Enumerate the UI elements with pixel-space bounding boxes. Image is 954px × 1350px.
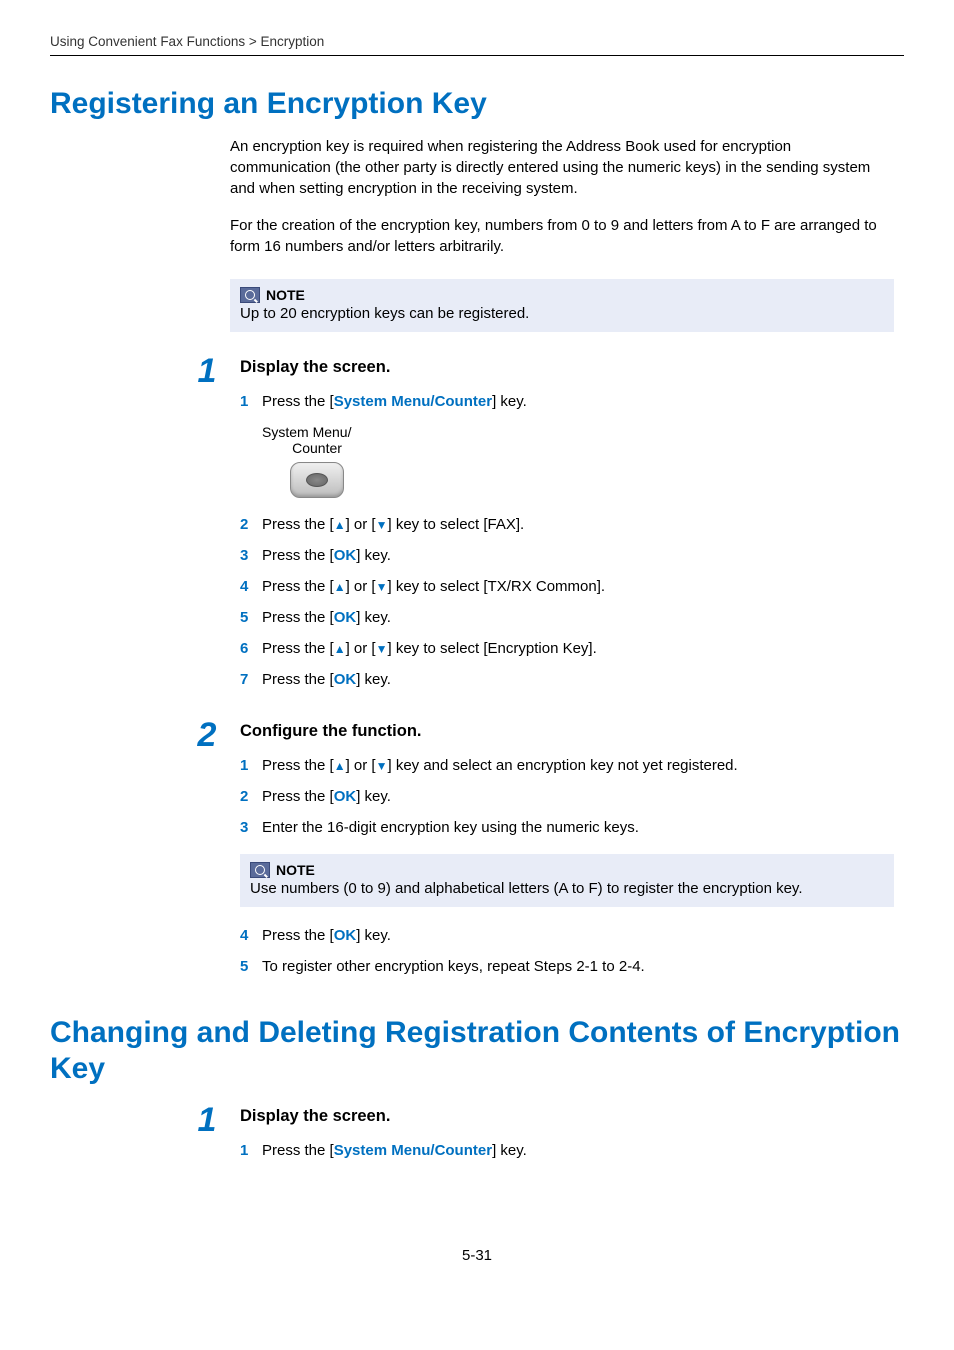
substep-num: 1 <box>240 757 252 774</box>
substep-text: Press the [OK] key. <box>262 547 391 564</box>
step-title: Configure the function. <box>240 722 894 741</box>
note-box: NOTE Up to 20 encryption keys can be reg… <box>230 279 894 332</box>
step-number-2: 2 <box>192 718 222 989</box>
substep-text: Press the [▲] or [▼] key and select an e… <box>262 757 738 774</box>
note-icon <box>240 287 260 303</box>
substep-text: Press the [▲] or [▼] key to select [Encr… <box>262 640 597 657</box>
substep-num: 4 <box>240 578 252 595</box>
substep-text: Press the [▲] or [▼] key to select [FAX]… <box>262 516 524 533</box>
substep-text: Enter the 16-digit encryption key using … <box>262 819 639 836</box>
substep-num: 3 <box>240 547 252 564</box>
ok-key: OK <box>334 609 357 626</box>
up-arrow-icon: ▲ <box>334 580 346 594</box>
breadcrumb: Using Convenient Fax Functions > Encrypt… <box>50 34 904 49</box>
substep-text: Press the [OK] key. <box>262 788 391 805</box>
hardware-key-button <box>290 462 344 498</box>
substep-text: To register other encryption keys, repea… <box>262 958 645 975</box>
step-title: Display the screen. <box>240 1107 894 1126</box>
note-icon <box>250 862 270 878</box>
ok-key: OK <box>334 788 357 805</box>
key-illustration: System Menu/ Counter <box>262 424 372 498</box>
key-label-line1: System Menu/ <box>262 424 372 440</box>
up-arrow-icon: ▲ <box>334 642 346 656</box>
step-number-1: 1 <box>192 1103 222 1173</box>
substep-text: Press the [OK] key. <box>262 609 391 626</box>
note-label: NOTE <box>266 287 305 303</box>
page-number: 5-31 <box>0 1247 954 1264</box>
substep-text: Press the [System Menu/Counter] key. <box>262 393 527 410</box>
divider <box>50 55 904 56</box>
substep-text: Press the [OK] key. <box>262 927 391 944</box>
down-arrow-icon: ▼ <box>376 759 388 773</box>
note-box: NOTE Use numbers (0 to 9) and alphabetic… <box>240 854 894 907</box>
ok-key: OK <box>334 927 357 944</box>
substep-num: 1 <box>240 1142 252 1159</box>
down-arrow-icon: ▼ <box>376 518 388 532</box>
up-arrow-icon: ▲ <box>334 759 346 773</box>
substep-num: 7 <box>240 671 252 688</box>
substep-num: 4 <box>240 927 252 944</box>
heading-register-key: Registering an Encryption Key <box>50 86 904 122</box>
ok-key: OK <box>334 671 357 688</box>
key-label-line2: Counter <box>262 440 372 456</box>
system-menu-counter-link[interactable]: System Menu/Counter <box>334 393 492 410</box>
note-body: Use numbers (0 to 9) and alphabetical le… <box>250 880 884 897</box>
substep-text: Press the [System Menu/Counter] key. <box>262 1142 527 1159</box>
step-number-1: 1 <box>192 354 222 702</box>
substep-num: 5 <box>240 609 252 626</box>
note-body: Up to 20 encryption keys can be register… <box>240 305 884 322</box>
intro-paragraph-2: For the creation of the encryption key, … <box>230 215 894 257</box>
substep-num: 2 <box>240 516 252 533</box>
intro-paragraph-1: An encryption key is required when regis… <box>230 136 894 199</box>
substep-text: Press the [OK] key. <box>262 671 391 688</box>
step-title: Display the screen. <box>240 358 894 377</box>
substep-text: Press the [▲] or [▼] key to select [TX/R… <box>262 578 605 595</box>
substep-num: 5 <box>240 958 252 975</box>
down-arrow-icon: ▼ <box>376 642 388 656</box>
system-menu-counter-link[interactable]: System Menu/Counter <box>334 1142 492 1159</box>
substep-num: 1 <box>240 393 252 410</box>
down-arrow-icon: ▼ <box>376 580 388 594</box>
heading-change-delete-key: Changing and Deleting Registration Conte… <box>50 1015 904 1087</box>
substep-num: 2 <box>240 788 252 805</box>
note-label: NOTE <box>276 862 315 878</box>
ok-key: OK <box>334 547 357 564</box>
substep-num: 6 <box>240 640 252 657</box>
up-arrow-icon: ▲ <box>334 518 346 532</box>
substep-num: 3 <box>240 819 252 836</box>
